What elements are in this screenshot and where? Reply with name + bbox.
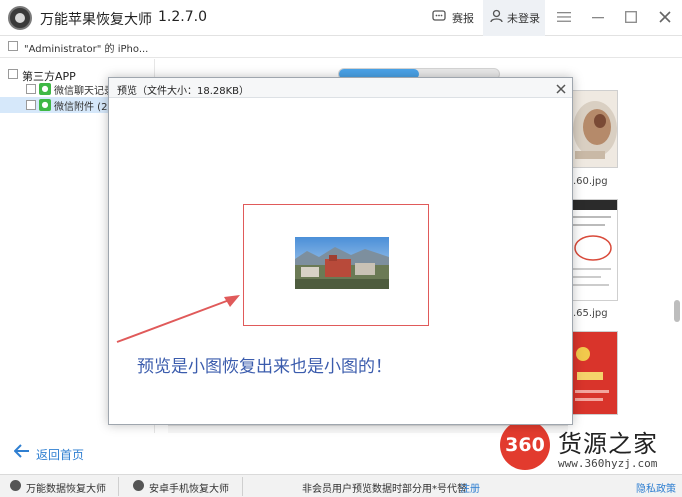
app-window: 万能苹果恢复大师 1.2.7.0 赛报 未登录 "Administrator" … [0,0,682,497]
device-checkbox[interactable] [8,41,18,51]
watermark-url: www.360hyzj.com [558,457,658,470]
preview-dialog: 预览（文件大小：18.28KB） 预览是小图恢复出来也是小图的！ [108,77,573,425]
app-logo-icon [8,6,32,30]
dialog-close-icon[interactable] [555,79,567,99]
member-notice: 非会员用户预览数据时部分用*号代替 [302,484,467,495]
footer-divider [242,477,243,496]
login-button[interactable]: 未登录 [483,0,545,36]
maximize-icon[interactable] [620,7,642,29]
scrollbar-thumb[interactable] [674,300,680,322]
close-icon[interactable] [654,7,676,29]
annotation-text: 预览是小图恢复出来也是小图的！ [137,357,392,377]
watermark-title: 货源之家 [558,430,658,458]
back-home-link[interactable]: 返回首页 [36,446,84,463]
back-arrow-icon[interactable] [13,444,30,462]
dialog-header: 预览（文件大小：18.28KB） [109,78,572,98]
preview-highlight-frame [243,204,429,326]
feedback-icon[interactable] [432,9,446,27]
android-recovery-link[interactable]: 安卓手机恢复大师 [149,480,229,495]
data-recovery-link[interactable]: 万能数据恢复大师 [26,480,106,495]
sidebar-item-label: 微信聊天记录 [54,86,114,97]
title-bar: 万能苹果恢复大师 1.2.7.0 赛报 未登录 [0,0,682,36]
watermark-360-badge: 360 [500,420,550,470]
tree-root-checkbox[interactable] [8,69,18,79]
app-title: 万能苹果恢复大师 [40,12,152,28]
user-icon [490,9,503,27]
footer-divider [118,477,119,496]
data-recovery-icon [10,480,21,491]
android-recovery-icon [133,480,144,491]
login-label: 未登录 [507,12,540,25]
thumbnail-name: .60.jpg [573,176,608,187]
tree-item-checkbox[interactable] [26,84,36,94]
dialog-title: 预览（文件大小：18.28KB） [117,86,250,97]
footer: 万能数据恢复大师 安卓手机恢复大师 非会员用户预览数据时部分用*号代替 注册 隐… [0,474,682,497]
thumbnail-image[interactable] [566,331,618,415]
minimize-icon[interactable] [587,7,609,29]
preview-image [295,237,389,289]
thumbnail-image[interactable] [566,90,618,168]
device-label: "Administrator" 的 iPho... [24,44,149,55]
feedback-button[interactable]: 赛报 [452,10,474,26]
tree-item-checkbox[interactable] [26,100,36,110]
wechat-icon: ● [39,83,51,95]
wechat-icon: ● [39,99,51,111]
device-row: "Administrator" 的 iPho... [0,36,682,58]
thumbnail-name: .65.jpg [573,308,608,319]
hamburger-icon[interactable] [553,7,575,29]
register-link[interactable]: 注册 [460,480,480,495]
app-version: 1.2.7.0 [158,9,207,25]
privacy-link[interactable]: 隐私政策 [636,480,676,495]
thumbnail-image[interactable] [566,199,618,301]
